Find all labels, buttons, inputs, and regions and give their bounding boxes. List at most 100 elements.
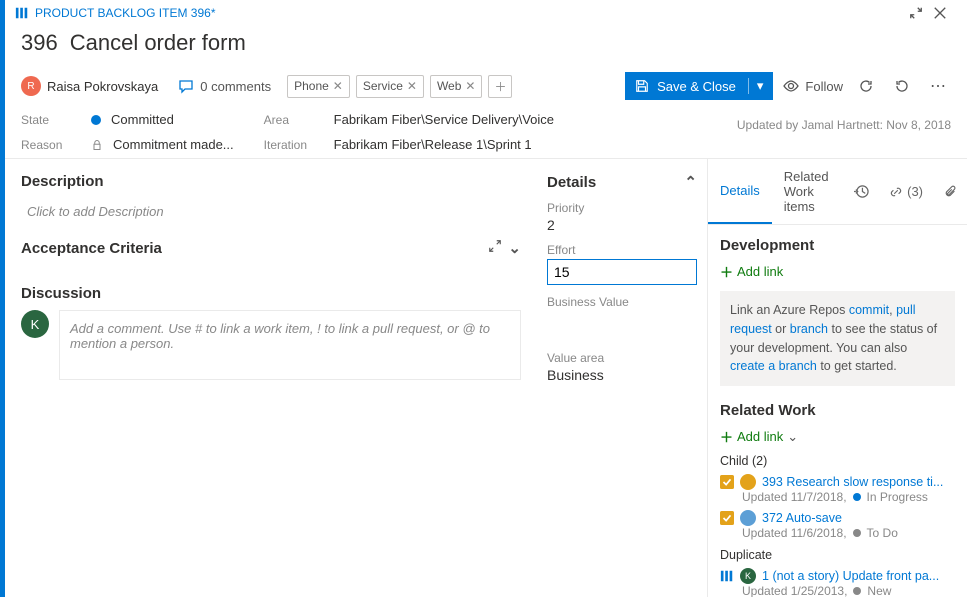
restore-button[interactable] <box>909 6 933 20</box>
tag-web[interactable]: Web ✕ <box>430 75 483 98</box>
tag-remove-icon[interactable]: ✕ <box>333 79 343 93</box>
description-header: Description <box>21 173 521 190</box>
workitem-title[interactable]: Cancel order form <box>70 30 246 56</box>
related-work-header: Related Work <box>720 402 955 419</box>
tab-attachments[interactable] <box>933 159 967 224</box>
related-group-child: Child (2) <box>720 454 955 468</box>
avatar: R <box>21 76 41 96</box>
development-info: Link an Azure Repos commit, pull request… <box>720 291 955 386</box>
link-branch[interactable]: branch <box>790 322 828 336</box>
add-tag-button[interactable]: ＋ <box>488 75 512 98</box>
pbi-icon <box>720 475 734 489</box>
plus-icon: ＋ <box>720 262 733 281</box>
tab-details[interactable]: Details <box>708 159 772 224</box>
mini-avatar <box>740 474 756 490</box>
lock-icon <box>91 139 103 151</box>
effort-label: Effort <box>547 243 697 257</box>
related-item[interactable]: 393 Research slow response ti... <box>720 474 955 490</box>
pbi-icon <box>720 511 734 525</box>
chevron-down-icon[interactable]: ⌄ <box>508 239 521 257</box>
link-icon <box>889 185 903 199</box>
area-value[interactable]: Fabrikam Fiber\Service Delivery\Voice <box>334 112 554 127</box>
mini-avatar <box>740 510 756 526</box>
development-add-link[interactable]: ＋ Add link <box>720 262 955 281</box>
related-meta: Updated 11/7/2018, In Progress <box>720 490 955 504</box>
state-dot-icon <box>853 587 861 595</box>
window-title: PRODUCT BACKLOG ITEM 396* <box>35 6 216 20</box>
pbi-icon <box>720 569 734 583</box>
tab-links[interactable]: (3) <box>879 159 933 224</box>
save-close-button[interactable]: Save & Close ▾ <box>625 72 773 100</box>
related-group-duplicate: Duplicate <box>720 548 955 562</box>
priority-value[interactable]: 2 <box>547 217 697 233</box>
tag-service[interactable]: Service ✕ <box>356 75 424 98</box>
links-count: (3) <box>907 184 923 199</box>
save-icon <box>635 79 649 93</box>
acceptance-header: Acceptance Criteria ⌄ <box>21 239 521 257</box>
tag-label: Service <box>363 79 403 93</box>
related-meta: Updated 11/6/2018, To Do <box>720 526 955 540</box>
comments-label: 0 comments <box>200 79 271 94</box>
tag-remove-icon[interactable]: ✕ <box>407 79 417 93</box>
link-create-branch[interactable]: create a branch <box>730 359 817 373</box>
plus-icon: ＋ <box>720 427 733 446</box>
save-close-label: Save & Close <box>657 79 736 94</box>
reason-label: Reason <box>21 138 81 152</box>
effort-input[interactable] <box>547 259 697 285</box>
updated-by: Updated by Jamal Hartnett: Nov 8, 2018 <box>737 112 951 152</box>
state-dot-icon <box>853 529 861 537</box>
state-value[interactable]: Committed <box>111 112 174 127</box>
related-meta: Updated 1/25/2013, New <box>720 584 955 597</box>
related-add-link[interactable]: ＋ Add link ⌄ <box>720 427 955 446</box>
tab-related[interactable]: Related Work items <box>772 159 844 224</box>
related-item[interactable]: K 1 (not a story) Update front pa... <box>720 568 955 584</box>
iteration-value[interactable]: Fabrikam Fiber\Release 1\Sprint 1 <box>334 137 532 152</box>
follow-icon <box>783 78 799 94</box>
follow-button[interactable]: Follow <box>783 78 843 94</box>
state-label: State <box>21 113 81 127</box>
revert-button[interactable] <box>889 73 915 99</box>
tag-remove-icon[interactable]: ✕ <box>465 79 475 93</box>
more-actions-button[interactable]: ⋯ <box>925 73 951 99</box>
refresh-button[interactable] <box>853 73 879 99</box>
discussion-input[interactable]: Add a comment. Use # to link a work item… <box>59 310 521 380</box>
area-label: Area <box>264 113 324 127</box>
add-link-label: Add link <box>737 264 783 279</box>
pbi-icon <box>15 6 29 20</box>
assignee-picker[interactable]: R Raisa Pokrovskaya <box>21 76 158 96</box>
collapse-details-icon[interactable]: ⌃ <box>684 173 697 191</box>
development-header: Development <box>720 237 955 254</box>
related-item[interactable]: 372 Auto-save <box>720 510 955 526</box>
comment-icon <box>178 78 194 94</box>
details-header: Details <box>547 174 596 191</box>
reason-value[interactable]: Commitment made... <box>113 137 234 152</box>
iteration-label: Iteration <box>264 138 324 152</box>
assignee-name: Raisa Pokrovskaya <box>47 79 158 94</box>
business-value-label: Business Value <box>547 295 697 309</box>
value-area-label: Value area <box>547 351 697 365</box>
history-icon <box>854 184 869 199</box>
description-field[interactable]: Click to add Description <box>21 198 521 239</box>
discussion-header: Discussion <box>21 285 521 302</box>
link-commit[interactable]: commit <box>849 303 889 317</box>
discussion-avatar: K <box>21 310 49 338</box>
add-link-label: Add link <box>737 429 783 444</box>
tag-phone[interactable]: Phone ✕ <box>287 75 350 98</box>
mini-avatar: K <box>740 568 756 584</box>
acceptance-title-text: Acceptance Criteria <box>21 240 162 257</box>
state-dot-icon <box>853 493 861 501</box>
priority-label: Priority <box>547 201 697 215</box>
value-area-value[interactable]: Business <box>547 367 697 383</box>
follow-label: Follow <box>805 79 843 94</box>
tab-history[interactable] <box>844 159 879 224</box>
attachment-icon <box>943 185 957 199</box>
workitem-id: 396 <box>21 30 58 56</box>
chevron-down-icon: ⌄ <box>787 429 798 445</box>
save-dropdown[interactable]: ▾ <box>748 78 764 94</box>
tag-label: Web <box>437 79 461 93</box>
close-button[interactable] <box>933 6 957 20</box>
expand-icon[interactable] <box>488 239 502 257</box>
state-dot-icon <box>91 115 101 125</box>
comments-button[interactable]: 0 comments <box>178 78 271 94</box>
tag-label: Phone <box>294 79 329 93</box>
